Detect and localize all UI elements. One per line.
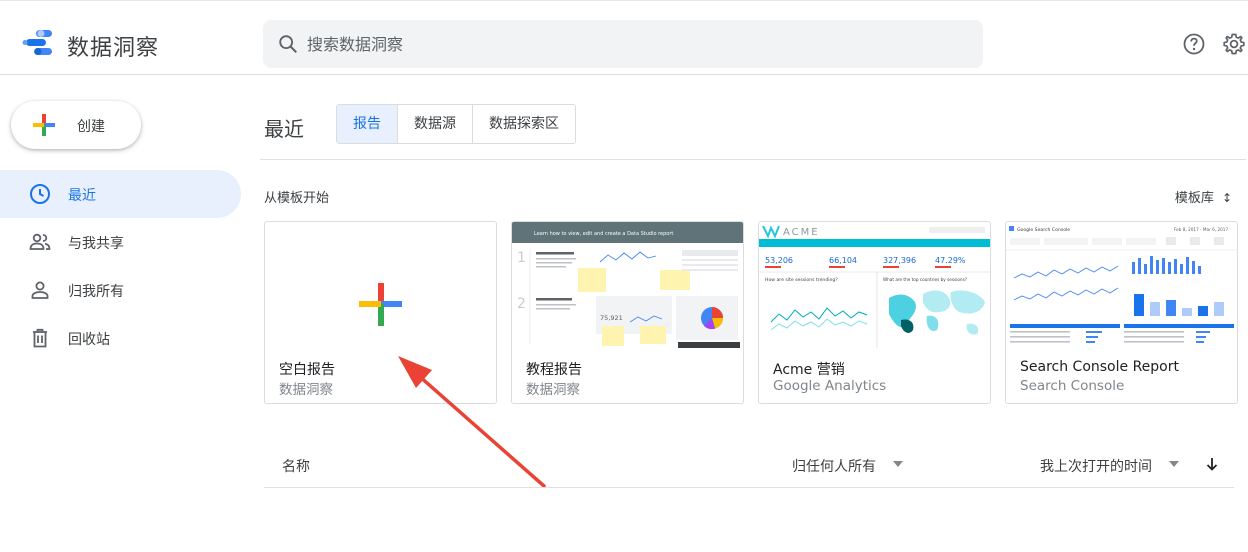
tutorial-number: 75,921 bbox=[600, 314, 623, 322]
page-title: 最近 bbox=[264, 117, 304, 141]
create-button-label: 创建 bbox=[77, 119, 105, 135]
search-input[interactable] bbox=[307, 30, 947, 58]
template-gallery-button[interactable]: 模板库 ↕ bbox=[1175, 187, 1232, 206]
tab-reports[interactable]: 报告 bbox=[337, 105, 398, 143]
last-opened-sort-dropdown[interactable]: 我上次打开的时间 bbox=[1040, 456, 1152, 476]
search-console-thumbnail: Google Search Console Feb 8, 2017 - Mar … bbox=[1006, 222, 1237, 348]
svg-text:2: 2 bbox=[517, 296, 526, 312]
tutorial-header-text: Learn how to view, edit and create a Dat… bbox=[534, 231, 673, 237]
template-title: Acme 营销 bbox=[773, 362, 845, 378]
acme-metric-2: 66,104 bbox=[829, 256, 857, 265]
templates-section-label: 从模板开始 bbox=[264, 191, 330, 206]
template-title: Search Console Report bbox=[1020, 359, 1179, 375]
template-gallery-label: 模板库 bbox=[1174, 191, 1214, 206]
sidebar-item-shared[interactable]: 与我共享 bbox=[0, 218, 241, 266]
unfold-icon: ↕ bbox=[1221, 191, 1232, 205]
tab-data-sources[interactable]: 数据源 bbox=[398, 105, 473, 143]
data-studio-logo[interactable] bbox=[22, 29, 54, 57]
create-button[interactable]: 创建 bbox=[11, 101, 141, 149]
report-list-header: 名称 归任何人所有 我上次打开的时间 bbox=[264, 440, 1234, 488]
sidebar-item-label: 与我共享 bbox=[68, 236, 124, 252]
sidebar-item-owned[interactable]: 归我所有 bbox=[0, 266, 241, 314]
template-title: 空白报告 bbox=[279, 362, 335, 378]
svg-text:1: 1 bbox=[517, 250, 526, 266]
help-icon[interactable] bbox=[1182, 32, 1206, 56]
dropdown-caret-icon[interactable] bbox=[892, 459, 904, 469]
template-subtitle: 数据洞察 bbox=[279, 382, 333, 398]
top-bar: 数据洞察 bbox=[0, 0, 1248, 75]
tab-explorer[interactable]: 数据探索区 bbox=[473, 105, 575, 143]
app-title: 数据洞察 bbox=[67, 36, 160, 61]
sidebar-item-trash[interactable]: 回收站 bbox=[0, 314, 241, 362]
people-icon bbox=[29, 233, 51, 250]
sc-date: Feb 8, 2017 - Mar 6, 2017 bbox=[1174, 227, 1228, 232]
clock-icon bbox=[30, 184, 50, 204]
template-card-acme[interactable]: ACME 53,206 66,104 327,396 47.29% How ar… bbox=[758, 221, 991, 404]
acme-brand: ACME bbox=[783, 227, 820, 238]
acme-metric-1: 53,206 bbox=[765, 256, 793, 265]
acme-report-thumbnail: ACME 53,206 66,104 327,396 47.29% How ar… bbox=[759, 222, 990, 348]
plus-icon bbox=[33, 114, 55, 136]
acme-metric-4: 47.29% bbox=[935, 256, 966, 265]
sc-title: Google Search Console bbox=[1017, 227, 1070, 233]
sidebar-item-label: 回收站 bbox=[68, 332, 110, 348]
acme-question-2: What are the top countries by sessions? bbox=[883, 277, 967, 282]
blank-report-thumbnail bbox=[359, 283, 402, 326]
view-tabs: 报告 数据源 数据探索区 bbox=[336, 104, 576, 144]
settings-icon[interactable] bbox=[1222, 32, 1246, 56]
owner-filter-dropdown[interactable]: 归任何人所有 bbox=[792, 456, 876, 476]
template-card-search-console[interactable]: Google Search Console Feb 8, 2017 - Mar … bbox=[1005, 221, 1238, 404]
sidebar-item-recent[interactable]: 最近 bbox=[0, 170, 241, 218]
template-subtitle: Search Console bbox=[1020, 378, 1125, 394]
sidebar-item-label: 最近 bbox=[68, 188, 96, 204]
header-divider bbox=[260, 159, 1246, 160]
acme-metric-3: 327,396 bbox=[883, 256, 916, 265]
tutorial-report-thumbnail: Learn how to view, edit and create a Dat… bbox=[512, 222, 743, 348]
name-column-header: 名称 bbox=[282, 459, 310, 475]
sidebar-item-label: 归我所有 bbox=[68, 284, 124, 300]
person-icon bbox=[31, 281, 49, 299]
search-icon bbox=[279, 35, 297, 53]
trash-icon bbox=[33, 328, 47, 348]
template-subtitle: Google Analytics bbox=[773, 378, 887, 394]
acme-question-1: How are site sessions trending? bbox=[765, 277, 838, 283]
dropdown-caret-icon[interactable] bbox=[1168, 459, 1180, 469]
sort-direction-icon[interactable] bbox=[1204, 456, 1220, 472]
search-bar[interactable] bbox=[263, 20, 983, 68]
